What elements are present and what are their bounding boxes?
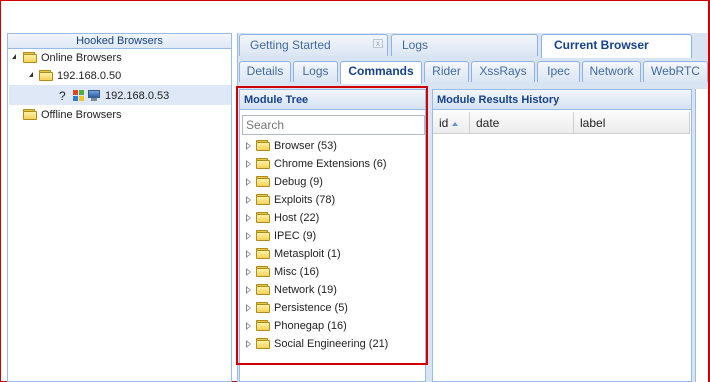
tab-label: Getting Started bbox=[250, 38, 331, 52]
folder-icon bbox=[23, 109, 37, 120]
expand-arrow-icon[interactable] bbox=[12, 54, 16, 59]
subtab-ipec[interactable]: Ipec bbox=[537, 61, 580, 82]
subtab-network[interactable]: Network bbox=[582, 61, 641, 82]
tree-item-offline-browsers[interactable]: Offline Browsers bbox=[8, 106, 230, 124]
subtab-commands[interactable]: Commands bbox=[340, 61, 422, 84]
module-results-panel: Module Results History id date label bbox=[432, 89, 692, 382]
subtab-rider[interactable]: Rider bbox=[424, 61, 469, 82]
tab-getting-started[interactable]: Getting Started x bbox=[239, 34, 388, 56]
tab-current-browser[interactable]: Current Browser bbox=[541, 34, 692, 58]
hooked-host-label: 192.168.0.53 bbox=[105, 90, 170, 102]
computer-icon bbox=[88, 90, 100, 101]
close-icon[interactable]: x bbox=[373, 39, 383, 48]
tab-label: Logs bbox=[402, 38, 429, 52]
online-browsers-label: Online Browsers bbox=[41, 52, 122, 64]
sort-ascending-icon bbox=[452, 121, 459, 126]
subtab-details[interactable]: Details bbox=[239, 61, 291, 82]
column-header-date[interactable]: date bbox=[470, 112, 574, 134]
column-header-id[interactable]: id bbox=[433, 112, 470, 134]
host-group-label: 192.168.0.50 bbox=[57, 70, 122, 82]
hooked-browsers-title: Hooked Browsers bbox=[8, 34, 231, 49]
subtab-webrtc[interactable]: WebRTC bbox=[643, 61, 708, 82]
column-label: id bbox=[439, 116, 449, 130]
column-header-label[interactable]: label bbox=[574, 112, 690, 134]
annotation-highlight-box bbox=[236, 86, 428, 365]
offline-browsers-label: Offline Browsers bbox=[41, 109, 122, 121]
subtab-logs[interactable]: Logs bbox=[293, 61, 338, 82]
windows-icon bbox=[73, 90, 84, 101]
expand-arrow-icon[interactable] bbox=[29, 72, 33, 77]
tree-item-hooked-host[interactable]: ? 192.168.0.53 bbox=[8, 87, 230, 105]
folder-open-icon bbox=[23, 52, 37, 63]
tab-logs[interactable]: Logs bbox=[391, 34, 538, 56]
tree-item-online-browsers[interactable]: Online Browsers bbox=[8, 49, 230, 67]
tab-label: Current Browser bbox=[554, 38, 649, 52]
tree-item-host-group[interactable]: 192.168.0.50 bbox=[8, 67, 230, 85]
module-results-title: Module Results History bbox=[433, 90, 691, 110]
subtab-xssrays[interactable]: XssRays bbox=[471, 61, 535, 82]
folder-open-icon bbox=[39, 70, 53, 81]
unknown-browser-icon: ? bbox=[59, 89, 66, 103]
hooked-browsers-panel: Hooked Browsers Online Browsers 192.168.… bbox=[7, 33, 232, 382]
